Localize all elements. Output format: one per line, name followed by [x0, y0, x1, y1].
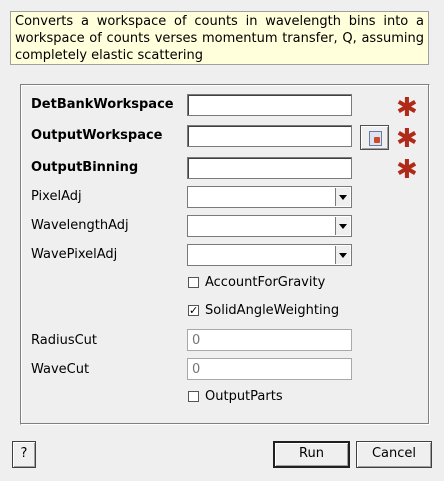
radius-cut-label: RadiusCut	[31, 333, 98, 348]
wave-pixel-adj-select[interactable]	[187, 244, 352, 266]
chevron-down-icon[interactable]	[335, 217, 350, 235]
wavelength-adj-label: WavelengthAdj	[31, 218, 129, 233]
chevron-down-icon[interactable]	[335, 246, 350, 264]
required-asterisk-icon: ✱	[396, 124, 418, 154]
workspace-icon	[369, 131, 382, 146]
chevron-down-icon[interactable]	[335, 188, 350, 206]
pixel-adj-label: PixelAdj	[31, 189, 82, 204]
algorithm-description: Converts a workspace of counts in wavele…	[10, 11, 429, 65]
output-parts-label: OutputParts	[205, 389, 283, 404]
browse-workspace-button[interactable]	[360, 125, 389, 150]
pixel-adj-select[interactable]	[187, 186, 352, 208]
output-workspace-input[interactable]	[187, 125, 352, 147]
checkmark-icon[interactable]: ✓	[188, 305, 199, 316]
output-workspace-label: OutputWorkspace	[31, 128, 163, 143]
output-binning-label: OutputBinning	[31, 160, 139, 175]
required-asterisk-icon: ✱	[396, 93, 418, 123]
solid-angle-weighting-label: SolidAngleWeighting	[205, 303, 340, 318]
det-bank-workspace-label: DetBankWorkspace	[31, 97, 174, 112]
wave-pixel-adj-label: WavePixelAdj	[31, 247, 118, 262]
wave-cut-label: WaveCut	[31, 362, 90, 377]
output-binning-input[interactable]	[187, 157, 352, 179]
checkbox-box[interactable]	[188, 277, 199, 288]
required-asterisk-icon: ✱	[396, 155, 418, 185]
run-button[interactable]: Run	[273, 441, 350, 468]
account-for-gravity-label: AccountForGravity	[205, 275, 326, 290]
wave-cut-input[interactable]	[187, 358, 352, 380]
det-bank-workspace-input[interactable]	[187, 94, 352, 116]
wavelength-adj-select[interactable]	[187, 215, 352, 237]
radius-cut-input[interactable]	[187, 329, 352, 351]
help-button[interactable]: ?	[12, 441, 36, 468]
cancel-button[interactable]: Cancel	[356, 441, 432, 468]
checkbox-box[interactable]	[188, 391, 199, 402]
